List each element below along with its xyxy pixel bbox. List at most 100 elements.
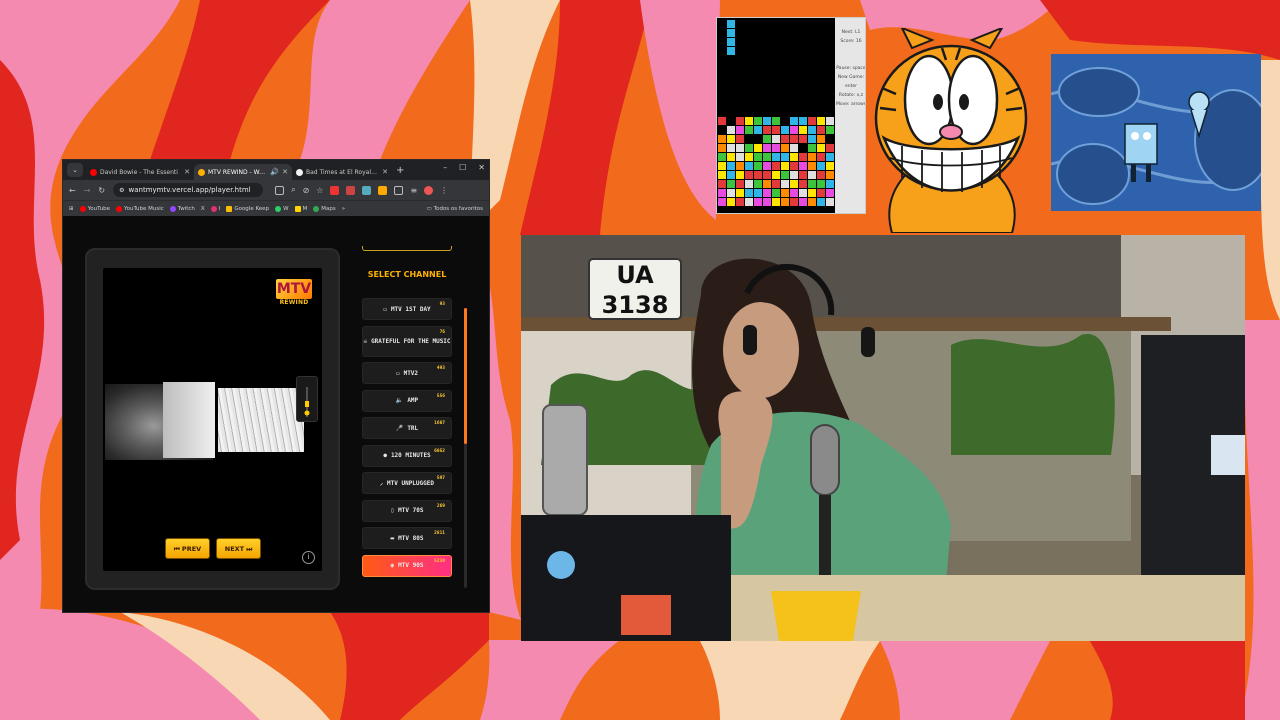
channel-item[interactable]: ⸝ MTV UNPLUGGED 597 [362,472,452,494]
channel-count: 93 [439,302,445,307]
google-icon [296,168,303,176]
cast-icon[interactable] [275,185,285,195]
bookmark-youtube[interactable]: YouTube [79,205,110,212]
tetris-block [817,126,825,134]
profile-icon[interactable] [424,185,434,195]
prev-button[interactable]: ⏮ PREV [165,538,210,559]
all-bookmarks-folder[interactable]: ▭ Todos os favoritos [426,206,483,212]
volume-knob-icon[interactable] [304,387,310,417]
tetris-block [736,198,744,206]
tetris-block [763,144,771,152]
close-window-icon[interactable]: ✕ [478,163,485,172]
bookmark-label: YouTube [87,205,110,212]
tetris-falling-block [727,38,735,46]
tetris-block [745,117,753,125]
extension-icon[interactable] [330,185,340,195]
bookmark-x[interactable]: X [201,206,205,212]
new-tab-button[interactable]: + [396,165,404,176]
channel-item[interactable]: 🎤 TRL 1607 [362,417,452,439]
bookmark-label: Twitch [177,205,195,212]
tab-mtv-rewind[interactable]: MTV REWIND - Watc 🔊 ✕ [194,164,292,180]
channel-item[interactable]: ◉ MTV 90S 5230 [362,554,452,577]
disc-icon: ◉ [390,562,395,569]
tv-icon: ▭ [383,305,387,313]
channel-item[interactable]: ● 120 MINUTES 6052 [362,444,452,467]
extension-icon[interactable] [378,185,388,195]
tetris-block [736,117,744,125]
puzzle-icon[interactable] [394,185,404,195]
menu-icon[interactable]: ⋮ [440,186,448,195]
channel-label: MTV 70S [398,507,424,514]
tetris-block [799,126,807,134]
extension-icon[interactable] [346,185,356,195]
tetris-block [781,189,789,197]
channel-item[interactable]: ▯ MTV 70S 269 [362,499,452,522]
bookmark-youtube-music[interactable]: YouTube Music [115,205,164,212]
eye-off-icon[interactable]: ⊘ [303,186,310,195]
speaker-icon[interactable]: 🔊 [270,168,279,176]
info-button[interactable]: i [302,551,315,564]
channel-count: 76 [439,329,445,335]
scrollbar-thumb[interactable] [464,308,467,444]
bookmark-maps[interactable]: Maps [313,205,336,212]
channel-item[interactable]: ▭ MTV 1ST DAY 93 [362,298,452,320]
tab-search-button[interactable]: ⌄ [67,163,83,177]
channel-count: 597 [436,476,445,481]
channel-item[interactable]: ▬ MTV 80S 2811 [362,527,452,549]
reload-icon[interactable]: ↻ [98,186,105,195]
tetris-block [727,189,735,197]
tab-bar: ⌄ David Bowie - The Essenti ✕ MTV REWIND… [63,160,489,180]
channel-count: 556 [436,393,445,399]
site-info-icon[interactable]: ⚙ [119,187,124,194]
back-icon[interactable]: ← [69,186,76,195]
bookmark-google-keep[interactable]: Google Keep [226,205,269,212]
bookmark-twitch[interactable]: Twitch [169,205,195,212]
tetris-block [727,171,735,179]
video-screen[interactable]: MTV REWIND ⏮ PREV NEXT ⏭ i [103,268,322,571]
maximize-icon[interactable]: ☐ [459,163,466,172]
close-icon[interactable]: ✕ [382,168,388,176]
tetris-rotate-hint: Rotate: x,z [838,93,864,98]
tetris-block [808,153,816,161]
close-icon[interactable]: ✕ [282,168,288,176]
tab-youtube[interactable]: David Bowie - The Essenti ✕ [86,164,194,180]
channel-item[interactable]: ▭ MTV2 493 [362,362,452,384]
tetris-block [790,180,798,188]
tetris-block [817,171,825,179]
bookmark-instagram[interactable]: I [210,205,220,212]
tab-google[interactable]: Bad Times at El Royale - G ✕ [292,164,392,180]
tab-list-icon[interactable]: ≡ [410,186,417,195]
extension-icon[interactable] [362,185,372,195]
tetris-block [763,171,771,179]
star-icon[interactable]: ☆ [316,186,323,195]
tetris-block [745,171,753,179]
forward-icon[interactable]: → [84,186,91,195]
channel-item[interactable]: 🔈 AMP 556 [362,389,452,412]
tetris-block [754,189,762,197]
tetris-block [781,153,789,161]
volume-slider[interactable] [296,376,318,422]
zoom-icon[interactable]: ⌕ [291,185,295,195]
address-bar[interactable]: ⚙ wantmymtv.vercel.app/player.html [113,183,264,197]
apps-icon[interactable]: ⊞ [69,206,74,212]
twitch-icon [169,205,176,212]
tetris-block [772,126,780,134]
bookmark-m[interactable]: M [294,205,308,212]
tetris-block [817,189,825,197]
bookmark-whatsapp[interactable]: W [275,205,289,212]
next-button[interactable]: NEXT ⏭ [216,538,261,559]
minimize-icon[interactable]: – [443,163,447,172]
tetris-block [799,171,807,179]
tetris-block [745,180,753,188]
bookmark-label: M [302,205,308,212]
tetris-block [799,180,807,188]
channel-item[interactable]: ☠ GRATEFUL FOR THE MUSIC 76 [362,325,452,357]
bookmarks-more-button[interactable]: » [342,206,345,212]
close-icon[interactable]: ✕ [184,168,190,176]
tetris-block [763,117,771,125]
tetris-block [727,180,735,188]
tetris-score: Score: 16 [840,39,862,44]
tetris-block [817,153,825,161]
channel-count: 493 [436,366,445,371]
channel-scrollbar[interactable] [464,308,467,588]
